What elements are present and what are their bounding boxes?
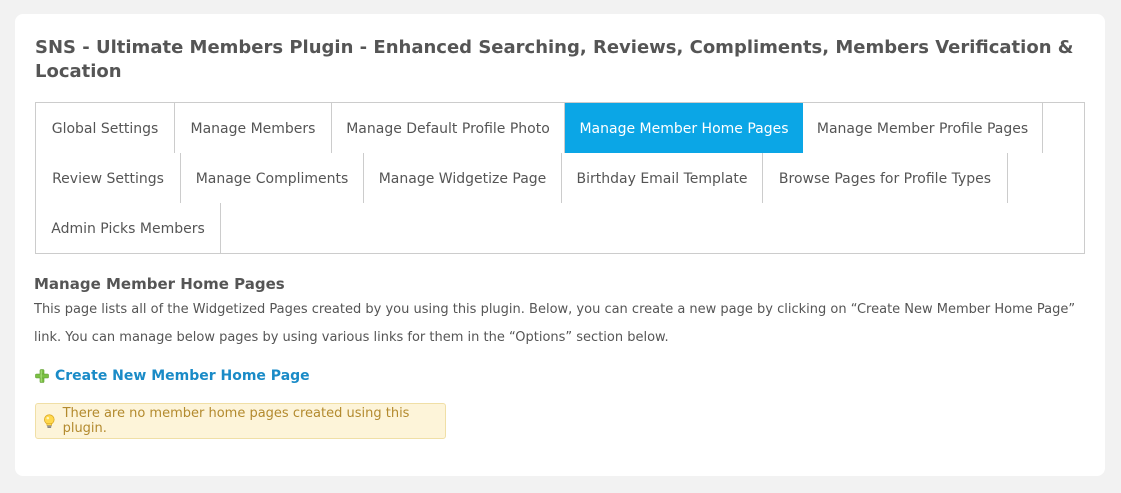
tab-manage-member-profile-pages[interactable]: Manage Member Profile Pages [803, 103, 1043, 153]
tab-browse-pages-for-profile-types[interactable]: Browse Pages for Profile Types [763, 153, 1008, 203]
page-title: SNS - Ultimate Members Plugin - Enhanced… [35, 37, 1074, 82]
create-link-label: Create New Member Home Page [55, 368, 310, 384]
tab-manage-widgetize-page[interactable]: Manage Widgetize Page [364, 153, 562, 203]
page-description: This page lists all of the Widgetized Pa… [34, 302, 1076, 345]
empty-notice-text: There are no member home pages created u… [62, 406, 410, 436]
tab-manage-members[interactable]: Manage Members [175, 103, 332, 153]
create-new-member-home-page-link[interactable]: Create New Member Home Page [35, 366, 310, 386]
tab-review-settings[interactable]: Review Settings [36, 153, 181, 203]
tab-admin-picks-members[interactable]: Admin Picks Members [36, 203, 221, 253]
empty-notice: There are no member home pages created u… [35, 403, 446, 439]
tab-manage-compliments[interactable]: Manage Compliments [181, 153, 364, 203]
section-title: Manage Member Home Pages [34, 275, 285, 293]
plugin-settings-panel: SNS - Ultimate Members Plugin - Enhanced… [15, 14, 1105, 476]
tab-global-settings[interactable]: Global Settings [36, 103, 175, 153]
plus-icon [35, 369, 49, 383]
tab-manage-default-profile-photo[interactable]: Manage Default Profile Photo [332, 103, 565, 153]
lightbulb-icon [44, 413, 55, 428]
tab-bar: Global Settings Manage Members Manage De… [35, 102, 1085, 254]
tab-manage-member-home-pages[interactable]: Manage Member Home Pages [565, 103, 803, 153]
tab-birthday-email-template[interactable]: Birthday Email Template [562, 153, 763, 203]
